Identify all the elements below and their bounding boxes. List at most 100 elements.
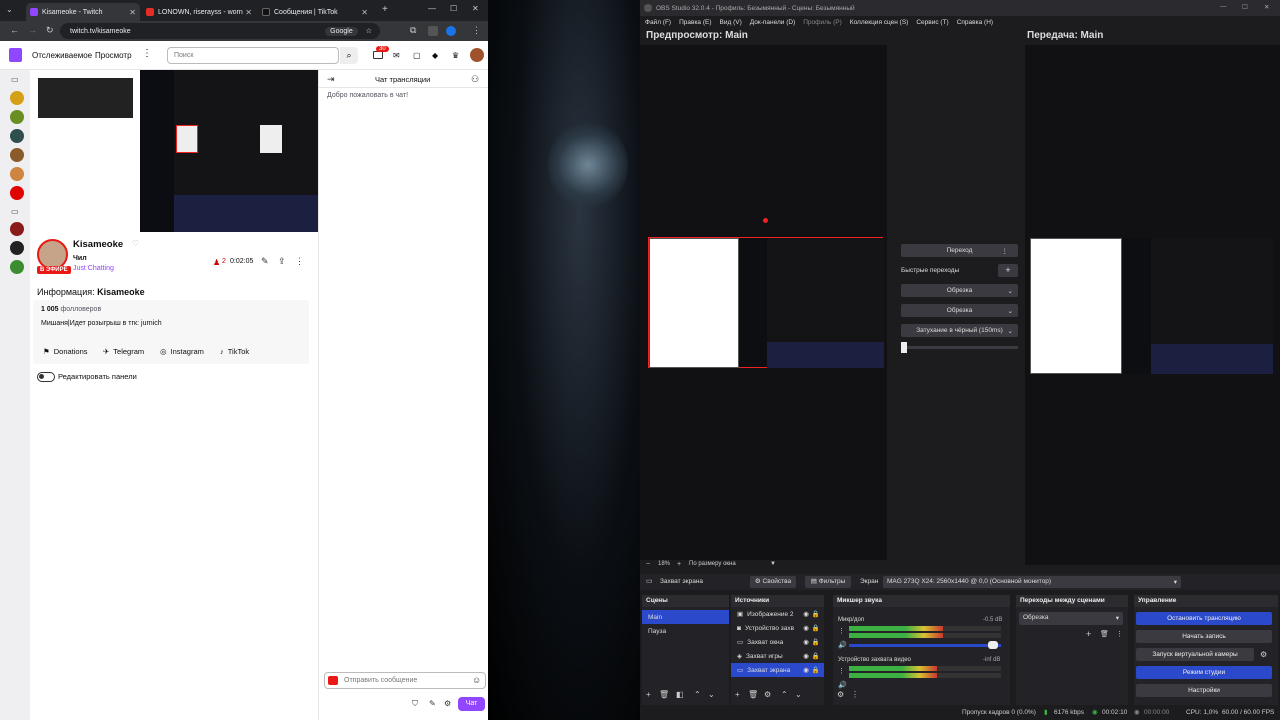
studio-mode-button[interactable]: Режим студии: [1136, 666, 1272, 679]
edit-icon[interactable]: ✎: [261, 256, 269, 267]
add-scene-icon[interactable]: +: [646, 690, 651, 699]
more-icon[interactable]: ⋮: [838, 627, 845, 635]
tbar-handle[interactable]: [901, 342, 907, 353]
properties-button[interactable]: ⚙ Свойства: [750, 576, 796, 588]
users-icon[interactable]: ⚇: [471, 74, 479, 85]
source-item[interactable]: ▭ Захват экрана ◉ 🔒: [731, 663, 824, 677]
volume-slider[interactable]: [849, 644, 1001, 647]
chat-input[interactable]: Отправить сообщение ☺: [324, 672, 486, 689]
move-down-icon[interactable]: ⌄: [708, 690, 715, 699]
rotate-handle[interactable]: [763, 218, 768, 223]
more-icon[interactable]: ⋮: [851, 690, 859, 699]
close-icon[interactable]: ✕: [361, 8, 368, 17]
menu-file[interactable]: Файл (F): [645, 19, 671, 26]
minimize-icon[interactable]: —: [1220, 3, 1227, 10]
mixer-settings-icon[interactable]: ⚙: [837, 690, 844, 699]
chat-badge-icon[interactable]: [328, 676, 338, 685]
collapse-icon[interactable]: ▭: [11, 75, 19, 84]
emoji-icon[interactable]: ☺: [472, 675, 481, 685]
tab-search-icon[interactable]: ⌄: [6, 5, 13, 14]
window-close-icon[interactable]: ✕: [1264, 3, 1269, 11]
scene-filters-icon[interactable]: ◧: [676, 690, 684, 699]
eye-icon[interactable]: ◉: [803, 624, 809, 632]
channel-avatar[interactable]: [10, 91, 24, 105]
tab-twitch[interactable]: Kisameoke - Twitch ✕: [26, 3, 140, 21]
source-settings-icon[interactable]: ⚙: [764, 690, 771, 699]
maximize-icon[interactable]: ☐: [1242, 3, 1248, 11]
add-transition-icon[interactable]: +: [1086, 629, 1091, 639]
chat-send-button[interactable]: Чат: [458, 697, 485, 711]
stream-category[interactable]: Just Chatting: [73, 265, 114, 272]
lock-icon[interactable]: 🔒: [812, 610, 820, 618]
more-icon[interactable]: ⋮: [838, 667, 845, 675]
channel-avatar[interactable]: [10, 110, 24, 124]
lock-icon[interactable]: 🔒: [812, 652, 820, 660]
extensions-icon[interactable]: ⧉: [410, 25, 416, 36]
quick-transition-select[interactable]: Обрезка ⌄: [901, 284, 1018, 297]
transition-select[interactable]: Обрезка ▾: [1019, 612, 1123, 625]
edit-panels-toggle[interactable]: [37, 372, 55, 382]
scene-item[interactable]: Пауза: [642, 624, 729, 638]
twitch-logo-icon[interactable]: [9, 48, 22, 62]
channel-avatar[interactable]: [10, 241, 24, 255]
stop-streaming-button[interactable]: Остановить трансляцию: [1136, 612, 1272, 625]
quick-transition-select[interactable]: Затухание в чёрный (150ms) ⌄: [901, 324, 1018, 337]
move-up-icon[interactable]: ⌃: [694, 690, 701, 699]
chat-settings-icon[interactable]: ⚙: [444, 699, 451, 708]
scene-item[interactable]: Main: [642, 610, 729, 624]
eye-icon[interactable]: ◉: [803, 610, 809, 618]
eye-icon[interactable]: ◉: [803, 666, 809, 674]
search-icon[interactable]: ⌕: [340, 47, 358, 64]
tab-youtube[interactable]: LONOWN, riserayss - worn ✕: [142, 3, 256, 21]
speaker-icon[interactable]: 🔊: [838, 681, 847, 689]
inbox-icon[interactable]: ✉: [393, 51, 400, 60]
menu-profile[interactable]: Профиль (P): [803, 19, 842, 26]
eye-icon[interactable]: ◉: [803, 638, 809, 646]
lock-icon[interactable]: 🔒: [812, 624, 820, 632]
whispers-icon[interactable]: ▢: [413, 51, 421, 60]
source-item[interactable]: ◈ Захват игры ◉ 🔒: [731, 649, 824, 663]
heart-icon[interactable]: ♡: [132, 239, 139, 248]
window-close-icon[interactable]: ✕: [472, 4, 479, 13]
move-down-icon[interactable]: ⌄: [795, 690, 802, 699]
link-telegram[interactable]: ✈ Telegram: [103, 347, 144, 356]
menu-tools[interactable]: Сервис (T): [916, 19, 948, 26]
add-quick-transition-icon[interactable]: +: [998, 264, 1018, 277]
reload-icon[interactable]: ↻: [46, 25, 54, 36]
quick-transition-select[interactable]: Обрезка ⌄: [901, 304, 1018, 317]
share-icon[interactable]: ⇪: [278, 256, 286, 267]
bits-icon[interactable]: ◆: [432, 51, 438, 60]
back-icon[interactable]: ←: [10, 25, 19, 35]
url-field[interactable]: twitch.tv/kisameoke Google ☆: [60, 23, 380, 39]
more-icon[interactable]: ⋮: [1116, 630, 1123, 638]
menu-docks[interactable]: Док-панели (D): [750, 19, 795, 26]
channel-points-icon[interactable]: ⛉: [412, 699, 418, 709]
user-avatar[interactable]: [470, 48, 484, 62]
pen-icon[interactable]: ✎: [429, 699, 436, 708]
maximize-icon[interactable]: ☐: [450, 4, 457, 13]
close-icon[interactable]: ✕: [245, 8, 252, 17]
link-instagram[interactable]: ◎ Instagram: [160, 347, 204, 356]
more-icon[interactable]: ⋮: [142, 48, 152, 59]
zoom-out-icon[interactable]: −: [646, 561, 650, 568]
remove-source-icon[interactable]: 🗑: [748, 690, 758, 699]
browser-menu-icon[interactable]: ⋮: [472, 25, 481, 36]
virtual-camera-button[interactable]: Запуск виртуальной камеры: [1136, 648, 1254, 661]
menu-edit[interactable]: Правка (E): [679, 19, 711, 26]
channel-avatar[interactable]: [10, 222, 24, 236]
link-donations[interactable]: ⚑ Donations: [43, 347, 88, 356]
add-source-icon[interactable]: +: [735, 690, 740, 699]
menu-scene-collection[interactable]: Коллекция сцен (S): [850, 19, 909, 26]
sidebar-icon[interactable]: [428, 26, 438, 36]
minimize-icon[interactable]: —: [428, 4, 436, 13]
crown-icon[interactable]: ♛: [452, 51, 459, 60]
lock-icon[interactable]: 🔒: [812, 638, 820, 646]
channel-name[interactable]: Kisameoke: [73, 239, 123, 250]
new-tab-icon[interactable]: +: [382, 4, 388, 15]
lock-icon[interactable]: 🔒: [812, 666, 820, 674]
source-item[interactable]: ◙ Устройство захв ◉ 🔒: [731, 621, 824, 635]
search-engine-chip[interactable]: Google: [325, 26, 358, 36]
zoom-fit[interactable]: По размеру окна: [689, 561, 736, 567]
screen-select[interactable]: MAG 273Q X24: 2560x1440 @ 0,0 (Основной …: [883, 576, 1181, 588]
menu-view[interactable]: Вид (V): [720, 19, 742, 26]
